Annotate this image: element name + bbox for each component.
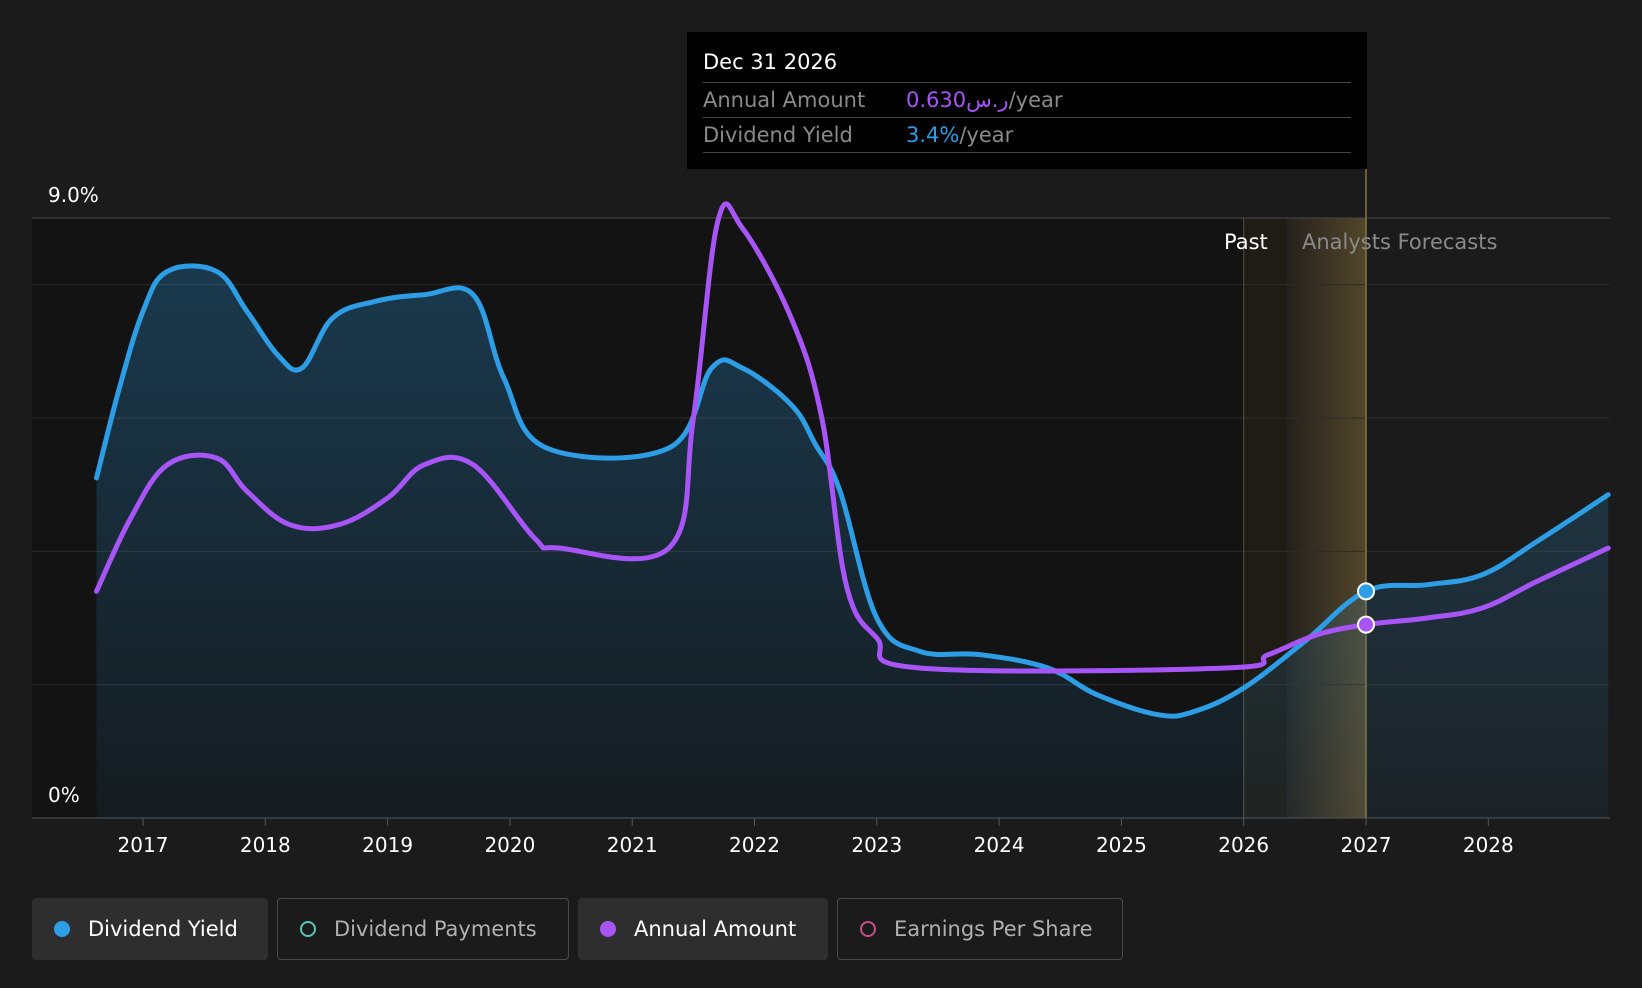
- x-tick-label: 2024: [974, 833, 1025, 857]
- tooltip-row-annual-amount: Annual Amount 0.630ر.س /year: [703, 83, 1351, 118]
- x-tick-label: 2023: [851, 833, 902, 857]
- legend-label: Dividend Payments: [334, 917, 537, 941]
- tooltip-unit: /year: [1008, 88, 1063, 112]
- tooltip-key: Dividend Yield: [703, 123, 853, 147]
- x-tick-label: 2025: [1096, 833, 1147, 857]
- x-tick-label: 2017: [118, 833, 169, 857]
- y-tick-top: 9.0%: [48, 183, 99, 207]
- legend-label: Dividend Yield: [88, 917, 238, 941]
- legend-label: Earnings Per Share: [894, 917, 1093, 941]
- y-tick-bottom: 0%: [48, 783, 80, 807]
- x-tick-label: 2026: [1218, 833, 1269, 857]
- x-tick-label: 2019: [362, 833, 413, 857]
- annual-amount-marker: [1357, 615, 1375, 634]
- tooltip-value: 3.4%: [906, 123, 960, 147]
- filled-dot-icon: [54, 921, 70, 937]
- tooltip-unit: /year: [959, 123, 1014, 147]
- x-tick-label: 2018: [240, 833, 291, 857]
- legend-label: Annual Amount: [634, 917, 797, 941]
- legend-earnings-per-share[interactable]: Earnings Per Share: [837, 898, 1123, 960]
- tooltip-row-dividend-yield: Dividend Yield 3.4% /year: [703, 118, 1351, 153]
- dividend-yield-marker: [1357, 582, 1375, 601]
- x-tick-label: 2022: [729, 833, 780, 857]
- legend-dividend-payments[interactable]: Dividend Payments: [277, 898, 569, 960]
- legend-annual-amount[interactable]: Annual Amount: [578, 898, 828, 960]
- hollow-dot-icon: [300, 921, 316, 937]
- forecast-region-label: Analysts Forecasts: [1302, 230, 1498, 254]
- x-tick-label: 2027: [1341, 833, 1392, 857]
- tooltip-key: Annual Amount: [703, 88, 866, 112]
- x-tick-label: 2028: [1463, 833, 1514, 857]
- legend-dividend-yield[interactable]: Dividend Yield: [32, 898, 268, 960]
- x-tick-label: 2020: [484, 833, 535, 857]
- tooltip-date: Dec 31 2026: [703, 46, 1351, 83]
- filled-dot-icon: [600, 921, 616, 937]
- past-region-label: Past: [1224, 230, 1268, 254]
- chart-tooltip: Dec 31 2026 Annual Amount 0.630ر.س /year…: [687, 32, 1367, 169]
- hollow-dot-icon: [860, 921, 876, 937]
- tooltip-value: 0.630ر.س: [906, 88, 1009, 112]
- x-tick-label: 2021: [607, 833, 658, 857]
